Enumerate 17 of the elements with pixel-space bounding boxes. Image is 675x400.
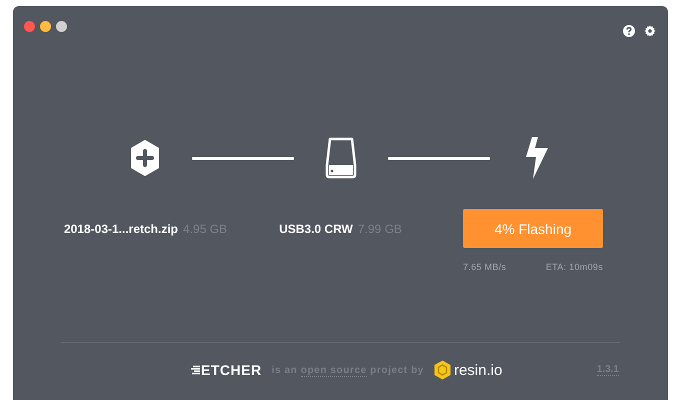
eta-text: ETA: 10m09s bbox=[546, 262, 603, 272]
speed-text: 7.65 MB/s bbox=[463, 262, 506, 272]
help-icon bbox=[623, 25, 635, 37]
settings-icon bbox=[644, 25, 656, 37]
etcher-logo-text: ETCHER bbox=[201, 362, 262, 378]
drive-icon bbox=[324, 137, 356, 179]
settings-button[interactable] bbox=[644, 25, 656, 37]
minimize-button[interactable] bbox=[40, 20, 51, 32]
hexagon-plus-icon bbox=[130, 140, 160, 176]
help-button[interactable] bbox=[623, 25, 635, 37]
image-name[interactable]: 2018-03-1...retch.zip bbox=[64, 222, 178, 236]
drive-name[interactable]: USB3.0 CRW bbox=[279, 222, 353, 236]
speed-lines-icon bbox=[191, 365, 200, 375]
lightning-icon bbox=[524, 137, 548, 179]
resin-logo-text[interactable]: resin.io bbox=[454, 362, 502, 378]
zoom-button[interactable] bbox=[56, 20, 67, 32]
cube-logo-icon bbox=[434, 360, 451, 380]
